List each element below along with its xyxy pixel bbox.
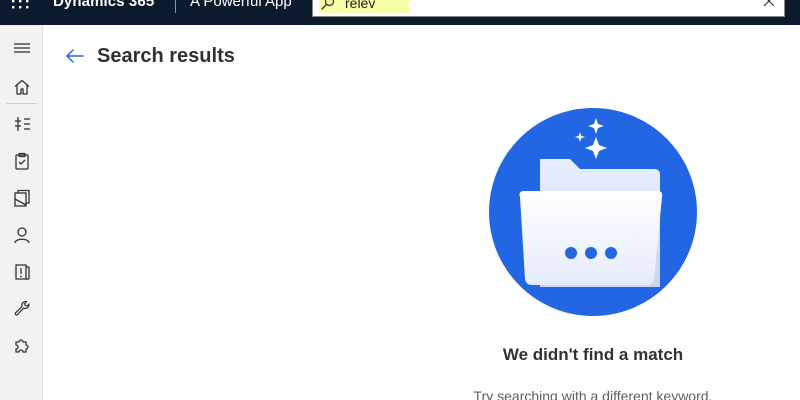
pin-icon [14,117,30,131]
close-icon[interactable] [762,0,776,8]
header-divider [175,0,176,13]
arrow-left-icon[interactable] [64,45,86,67]
person-icon [13,227,30,244]
app-name[interactable]: A Powerful App [190,0,292,10]
page-title: Search results [97,45,235,67]
main-content: Search results We didn't find a match Tr… [44,25,800,400]
global-search-box[interactable] [312,0,785,17]
wrench-icon [14,300,30,316]
sidebar-divider [6,103,37,104]
alert-icon [14,264,30,280]
sidebar-item-tools[interactable] [0,291,43,327]
sidebar-item-contacts[interactable] [0,217,43,253]
folder-dot [585,247,597,259]
sidebar-item-pinned[interactable] [0,106,43,142]
sidebar-item-menu[interactable] [0,30,43,66]
search-icon[interactable] [321,0,335,10]
search-input[interactable] [345,0,725,12]
empty-state-subtitle: Try searching with a different keyword. [473,388,713,400]
puzzle-icon [14,339,29,353]
documents-icon [13,189,30,207]
left-navigation-rail [0,25,43,400]
sidebar-item-alerts[interactable] [0,254,43,290]
brand-name[interactable]: Dynamics 365 [53,0,154,10]
sidebar-item-documents[interactable] [0,180,43,216]
hamburger-menu-icon [13,43,30,53]
empty-state-title: We didn't find a match [502,345,684,364]
clipboard-icon [14,152,29,170]
folder-front [519,191,663,285]
sidebar-item-home[interactable] [0,69,43,105]
top-navigation-bar: Dynamics 365 A Powerful App [0,0,800,25]
folder-dot [565,247,577,259]
sidebar-item-extensions[interactable] [0,328,43,364]
waffle-icon[interactable] [8,0,32,14]
sidebar-item-activities[interactable] [0,143,43,179]
folder-illustration [489,108,697,316]
folder-dot [605,247,617,259]
home-icon [14,79,29,95]
